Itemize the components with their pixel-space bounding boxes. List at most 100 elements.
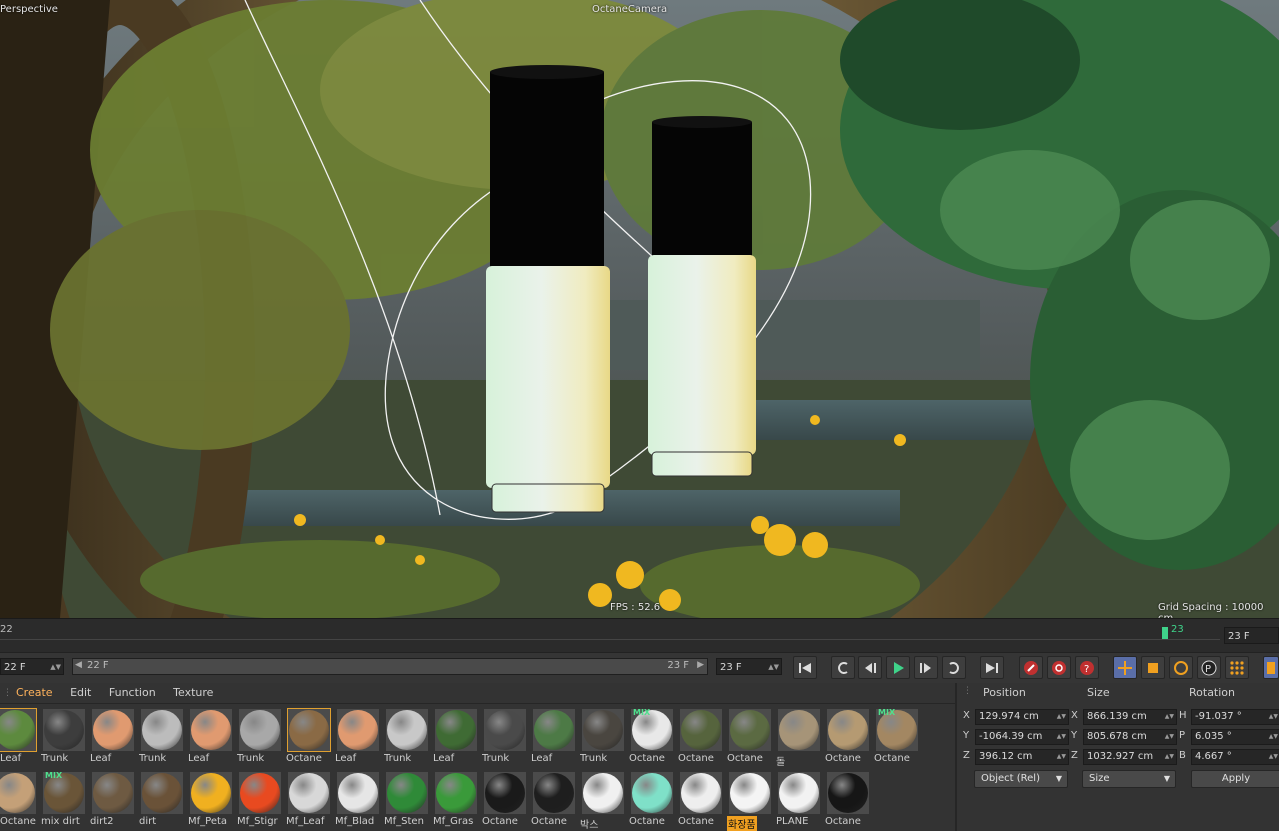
material-label[interactable]: Octane xyxy=(825,816,873,827)
material-preview[interactable] xyxy=(484,772,526,814)
material-preview[interactable] xyxy=(288,772,330,814)
material-swatch[interactable]: Trunk xyxy=(237,706,283,768)
material-label[interactable]: Octane xyxy=(825,753,873,764)
goto-end-button[interactable] xyxy=(980,656,1004,679)
timeline-ruler[interactable]: 22 23 23 F xyxy=(0,618,1279,653)
material-swatch[interactable]: Octane xyxy=(286,706,332,768)
material-swatch[interactable]: 박스 xyxy=(580,769,626,831)
prev-keyframe-button[interactable] xyxy=(831,656,855,679)
next-keyframe-button[interactable] xyxy=(942,656,966,679)
material-swatch[interactable]: Octane xyxy=(825,769,871,831)
material-label[interactable]: PLANE xyxy=(776,816,824,827)
material-preview[interactable] xyxy=(190,709,232,751)
film-strip-button[interactable] xyxy=(1263,656,1279,679)
material-swatch[interactable]: MIX Octane xyxy=(629,706,675,768)
spin-arrows-icon[interactable]: ▲▼ xyxy=(768,659,779,676)
rotation-h-field[interactable]: -91.037 ° ▲▼ xyxy=(1191,709,1279,725)
spin-arrows-icon[interactable]: ▲▼ xyxy=(1165,710,1174,724)
rotate-tool-button[interactable] xyxy=(1169,656,1193,679)
menu-edit[interactable]: Edit xyxy=(70,686,91,699)
position-y-field[interactable]: -1064.39 cm ▲▼ xyxy=(975,729,1069,745)
material-preview[interactable] xyxy=(435,772,477,814)
material-label[interactable]: Octane xyxy=(482,816,530,827)
size-y-field[interactable]: 805.678 cm ▲▼ xyxy=(1083,729,1177,745)
material-label[interactable]: Trunk xyxy=(237,753,285,764)
spin-arrows-icon[interactable]: ▲▼ xyxy=(1269,750,1278,764)
spin-arrows-icon[interactable]: ▲▼ xyxy=(1165,730,1174,744)
spin-arrows-icon[interactable]: ▲▼ xyxy=(1269,730,1278,744)
material-label[interactable]: dirt xyxy=(139,816,187,827)
spin-arrows-icon[interactable]: ▲▼ xyxy=(1165,750,1174,764)
material-swatch[interactable]: Mf_Gras xyxy=(433,769,479,831)
spin-arrows-icon[interactable]: ▲▼ xyxy=(1057,750,1066,764)
param-tool-button[interactable]: P xyxy=(1197,656,1221,679)
material-swatch[interactable]: Octane xyxy=(531,769,577,831)
material-preview[interactable] xyxy=(0,708,37,752)
range-left-arrow-icon[interactable]: ◀ xyxy=(75,660,82,670)
max-frame-field[interactable]: 23 F ▲▼ xyxy=(716,658,782,675)
material-preview[interactable] xyxy=(141,772,183,814)
material-preview[interactable] xyxy=(827,709,869,751)
material-swatch[interactable]: Mf_Peta xyxy=(188,769,234,831)
material-preview[interactable] xyxy=(386,772,428,814)
panel-grip-icon[interactable]: ⋮ xyxy=(963,686,972,696)
material-label[interactable]: Mf_Blad xyxy=(335,816,383,827)
material-label[interactable]: 돌 xyxy=(776,753,824,768)
material-label[interactable]: Octane xyxy=(678,753,726,764)
spin-arrows-icon[interactable]: ▲▼ xyxy=(1057,730,1066,744)
grid-dots-button[interactable] xyxy=(1225,656,1249,679)
material-preview[interactable] xyxy=(582,709,624,751)
goto-start-button[interactable] xyxy=(793,656,817,679)
material-label[interactable]: Mf_Gras xyxy=(433,816,481,827)
material-preview[interactable] xyxy=(533,709,575,751)
material-swatch[interactable]: Trunk xyxy=(41,706,87,768)
viewport-name[interactable]: Perspective xyxy=(0,4,58,15)
material-preview[interactable] xyxy=(43,709,85,751)
3d-viewport[interactable]: Perspective OctaneCamera FPS : 52.6 Grid… xyxy=(0,0,1279,618)
material-swatch[interactable]: Leaf xyxy=(90,706,136,768)
position-z-field[interactable]: 396.12 cm ▲▼ xyxy=(975,749,1069,765)
material-preview[interactable] xyxy=(287,708,331,752)
material-preview[interactable] xyxy=(435,709,477,751)
material-label[interactable]: Octane xyxy=(629,816,677,827)
material-preview[interactable] xyxy=(92,772,134,814)
spin-arrows-icon[interactable]: ▲▼ xyxy=(1269,710,1278,724)
material-swatch[interactable]: Trunk xyxy=(580,706,626,768)
size-mode-dropdown[interactable]: Size ▼ xyxy=(1082,770,1176,788)
material-swatch[interactable]: dirt2 xyxy=(90,769,136,831)
material-preview[interactable] xyxy=(631,772,673,814)
material-label[interactable]: Octane xyxy=(678,816,726,827)
range-right-arrow-icon[interactable]: ▶ xyxy=(697,660,704,670)
menu-create[interactable]: Create xyxy=(16,686,53,699)
size-z-field[interactable]: 1032.927 cm ▲▼ xyxy=(1083,749,1177,765)
material-label[interactable]: 박스 xyxy=(580,816,628,831)
material-preview[interactable] xyxy=(92,709,134,751)
material-preview[interactable] xyxy=(239,772,281,814)
material-preview[interactable] xyxy=(386,709,428,751)
material-preview[interactable] xyxy=(239,709,281,751)
scale-tool-button[interactable] xyxy=(1141,656,1165,679)
material-label[interactable]: Leaf xyxy=(90,753,138,764)
timeline-track[interactable] xyxy=(0,625,1220,640)
material-label[interactable]: Trunk xyxy=(41,753,89,764)
material-label[interactable]: Octane xyxy=(531,816,579,827)
material-swatch[interactable]: dirt xyxy=(139,769,185,831)
move-tool-button[interactable] xyxy=(1113,656,1137,679)
material-swatch[interactable]: Mf_Leaf xyxy=(286,769,332,831)
material-label[interactable]: Mf_Peta xyxy=(188,816,236,827)
frame-range-slider[interactable]: ◀ 22 F 23 F ▶ xyxy=(72,658,708,675)
material-preview[interactable] xyxy=(778,709,820,751)
material-swatch[interactable]: Trunk xyxy=(139,706,185,768)
material-swatch[interactable]: Octane xyxy=(825,706,871,768)
material-swatch[interactable]: Leaf xyxy=(188,706,234,768)
material-label[interactable]: Leaf xyxy=(188,753,236,764)
material-label[interactable]: 화장품 xyxy=(727,816,757,831)
material-label[interactable]: Trunk xyxy=(139,753,187,764)
menu-texture[interactable]: Texture xyxy=(173,686,213,699)
material-swatch[interactable]: Octane xyxy=(678,706,724,768)
apply-button[interactable]: Apply xyxy=(1191,770,1279,788)
material-swatch[interactable]: Leaf xyxy=(0,706,38,768)
autokey-button[interactable] xyxy=(1047,656,1071,679)
coordinate-mode-dropdown[interactable]: Object (Rel) ▼ xyxy=(974,770,1068,788)
material-label[interactable]: Octane xyxy=(286,753,334,764)
